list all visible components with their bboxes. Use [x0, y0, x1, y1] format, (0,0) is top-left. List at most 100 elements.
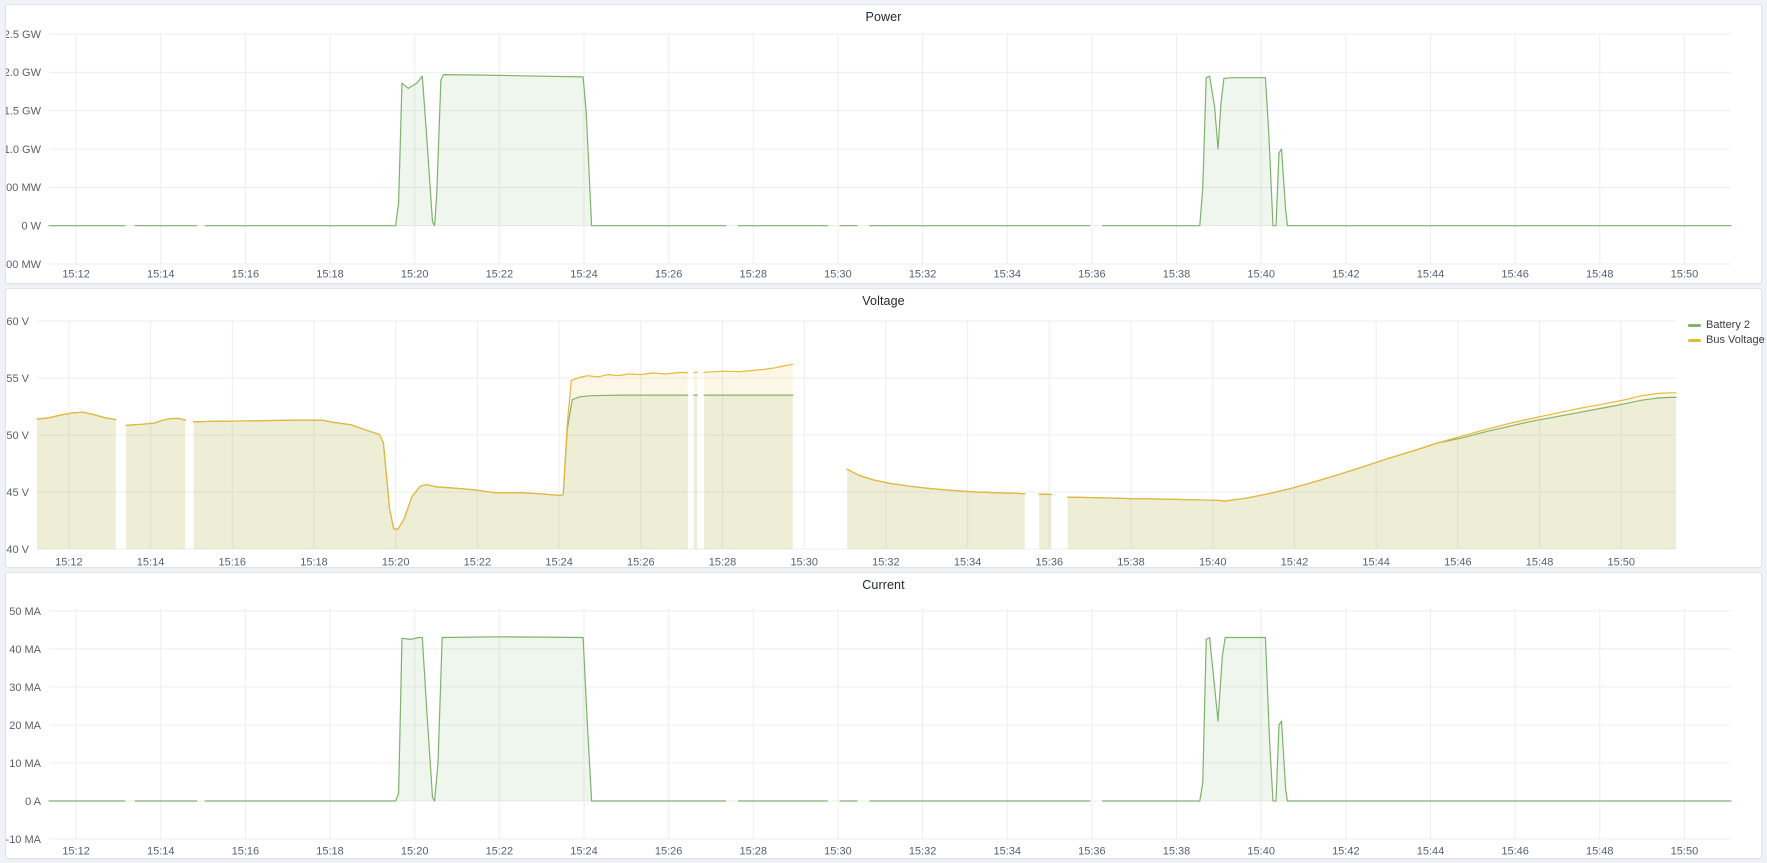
x-axis-tick-label: 15:22 — [486, 845, 514, 857]
y-axis-tick-label: 0 W — [21, 221, 41, 233]
x-axis-tick-label: 15:18 — [300, 556, 328, 567]
y-axis-tick-label: -10 MA — [6, 834, 42, 846]
x-axis-tick-label: 15:30 — [824, 845, 852, 857]
x-axis-tick-label: 15:44 — [1417, 268, 1445, 280]
series-fill — [704, 364, 793, 549]
y-axis-tick-label: 40 MA — [9, 644, 41, 656]
x-axis-tick-label: 15:40 — [1247, 845, 1275, 857]
x-axis-tick-label: 15:32 — [909, 845, 937, 857]
y-axis-tick-label: -500 MW — [6, 259, 42, 271]
series-fill — [205, 75, 726, 226]
x-axis-tick-label: 15:12 — [62, 268, 90, 280]
x-axis-tick-label: 15:42 — [1332, 845, 1360, 857]
x-axis-tick-label: 15:38 — [1117, 556, 1145, 567]
x-axis-tick-label: 15:22 — [486, 268, 514, 280]
y-axis-tick-label: 30 MA — [9, 682, 41, 694]
y-axis-tick-label: 10 MA — [9, 758, 41, 770]
x-axis-tick-label: 15:34 — [993, 845, 1021, 857]
series-fill — [194, 372, 688, 549]
y-axis-tick-label: 50 V — [6, 430, 29, 442]
x-axis-tick-label: 15:30 — [790, 556, 818, 567]
panel-current: Current 50 MA40 MA30 MA20 MA10 MA0 A-10 … — [5, 572, 1762, 859]
x-axis-tick-label: 15:40 — [1247, 268, 1275, 280]
x-axis-tick-label: 15:44 — [1362, 556, 1390, 567]
y-axis-tick-label: 45 V — [6, 487, 29, 499]
x-axis-tick-label: 15:14 — [147, 845, 175, 857]
x-axis-tick-label: 15:42 — [1281, 556, 1309, 567]
y-axis-tick-label: 1.0 GW — [6, 144, 42, 156]
series-fill — [37, 412, 116, 549]
x-axis-tick-label: 15:20 — [401, 845, 429, 857]
y-axis-tick-label: 40 V — [6, 544, 29, 556]
x-axis-tick-label: 15:40 — [1199, 556, 1227, 567]
current-chart-svg[interactable]: 50 MA40 MA30 MA20 MA10 MA0 A-10 MA15:121… — [6, 573, 1761, 858]
series-bus-voltage — [37, 364, 1676, 549]
y-axis-tick-label: 2.5 GW — [6, 29, 42, 41]
gridlines — [49, 609, 1731, 839]
series-fill — [1103, 638, 1732, 802]
grafana-dashboard: { "dashboard": { "bg_color": "#eff2f6", … — [0, 0, 1767, 863]
x-axis-tick-label: 15:36 — [1078, 268, 1106, 280]
x-axis-tick-label: 15:12 — [55, 556, 83, 567]
x-axis-tick-label: 15:32 — [909, 268, 937, 280]
y-axis-tick-label: 20 MA — [9, 720, 41, 732]
x-axis-tick-label: 15:32 — [872, 556, 900, 567]
series-fill — [1068, 393, 1676, 549]
power-chart-svg[interactable]: 2.5 GW2.0 GW1.5 GW1.0 GW500 MW0 W-500 MW… — [6, 5, 1761, 283]
x-axis-tick-label: 15:16 — [232, 268, 260, 280]
x-axis-tick-label: 15:46 — [1501, 268, 1529, 280]
y-axis-tick-label: 50 MA — [9, 606, 41, 618]
x-axis-tick-label: 15:16 — [232, 845, 260, 857]
x-axis-tick-label: 15:38 — [1163, 845, 1191, 857]
legend-label: Battery 2 — [1706, 319, 1750, 331]
x-axis-tick-label: 15:50 — [1671, 845, 1699, 857]
series-fill — [1103, 76, 1732, 226]
series-fill — [126, 419, 185, 550]
series-current — [49, 637, 1731, 801]
x-axis-tick-label: 15:28 — [709, 556, 737, 567]
x-axis-tick-label: 15:34 — [954, 556, 982, 567]
series-fill — [1039, 494, 1051, 549]
x-axis-tick-label: 15:16 — [219, 556, 247, 567]
x-axis-tick-label: 15:36 — [1078, 845, 1106, 857]
x-axis-tick-label: 15:44 — [1417, 845, 1445, 857]
series-fill — [847, 469, 1025, 549]
series-power — [49, 75, 1731, 226]
x-axis-tick-label: 15:26 — [655, 268, 683, 280]
legend-label: Bus Voltage — [1706, 334, 1765, 346]
x-axis-tick-label: 15:48 — [1586, 845, 1614, 857]
x-axis-tick-label: 15:42 — [1332, 268, 1360, 280]
voltage-chart-svg[interactable]: 60 V 55 V 50 V 45 V 40 V 15:12 15:14 15:16 15:18… — [6, 289, 1761, 567]
x-axis-tick-label: 15:24 — [545, 556, 573, 567]
x-axis-tick-label: 15:24 — [570, 845, 598, 857]
x-axis-tick-label: 15:20 — [401, 268, 429, 280]
legend-item-battery-2[interactable]: Battery 2 — [1688, 319, 1765, 331]
voltage-legend: Battery 2 Bus Voltage — [1688, 319, 1765, 346]
x-axis-tick-label: 15:14 — [137, 556, 165, 567]
series-fill — [694, 372, 697, 549]
x-axis-tick-label: 15:46 — [1444, 556, 1472, 567]
x-axis-tick-label: 15:28 — [740, 268, 768, 280]
x-axis-tick-label: 15:24 — [570, 268, 598, 280]
y-axis-tick-label: 500 MW — [6, 182, 42, 194]
panel-power: Power 2.5 GW2.0 GW1.5 GW1.0 GW500 MW0 W-… — [5, 4, 1762, 284]
x-axis-tick-label: 15:12 — [62, 845, 90, 857]
x-axis-tick-label: 15:28 — [740, 845, 768, 857]
legend-item-bus-voltage[interactable]: Bus Voltage — [1688, 334, 1765, 346]
panel-voltage: Voltage 60 V55 V50 V45 V40 V15:1215:1415… — [5, 288, 1762, 568]
y-axis-tick-label: 60 V — [6, 316, 29, 328]
series-line — [1103, 76, 1732, 226]
series-fill — [205, 637, 726, 801]
x-axis-tick-label: 15:34 — [993, 268, 1021, 280]
x-axis-tick-label: 15:38 — [1163, 268, 1191, 280]
x-axis-tick-label: 15:46 — [1501, 845, 1529, 857]
x-axis-tick-label: 15:50 — [1607, 556, 1635, 567]
x-axis-tick-label: 15:48 — [1586, 268, 1614, 280]
x-axis-tick-label: 15:18 — [316, 845, 344, 857]
x-axis-tick-label: 15:14 — [147, 268, 175, 280]
x-axis-tick-label: 15:50 — [1671, 268, 1699, 280]
x-axis-tick-label: 15:30 — [824, 268, 852, 280]
x-axis-tick-label: 15:48 — [1526, 556, 1554, 567]
y-axis-tick-label: 55 V — [6, 373, 29, 385]
y-axis-tick-label: 2.0 GW — [6, 67, 42, 79]
